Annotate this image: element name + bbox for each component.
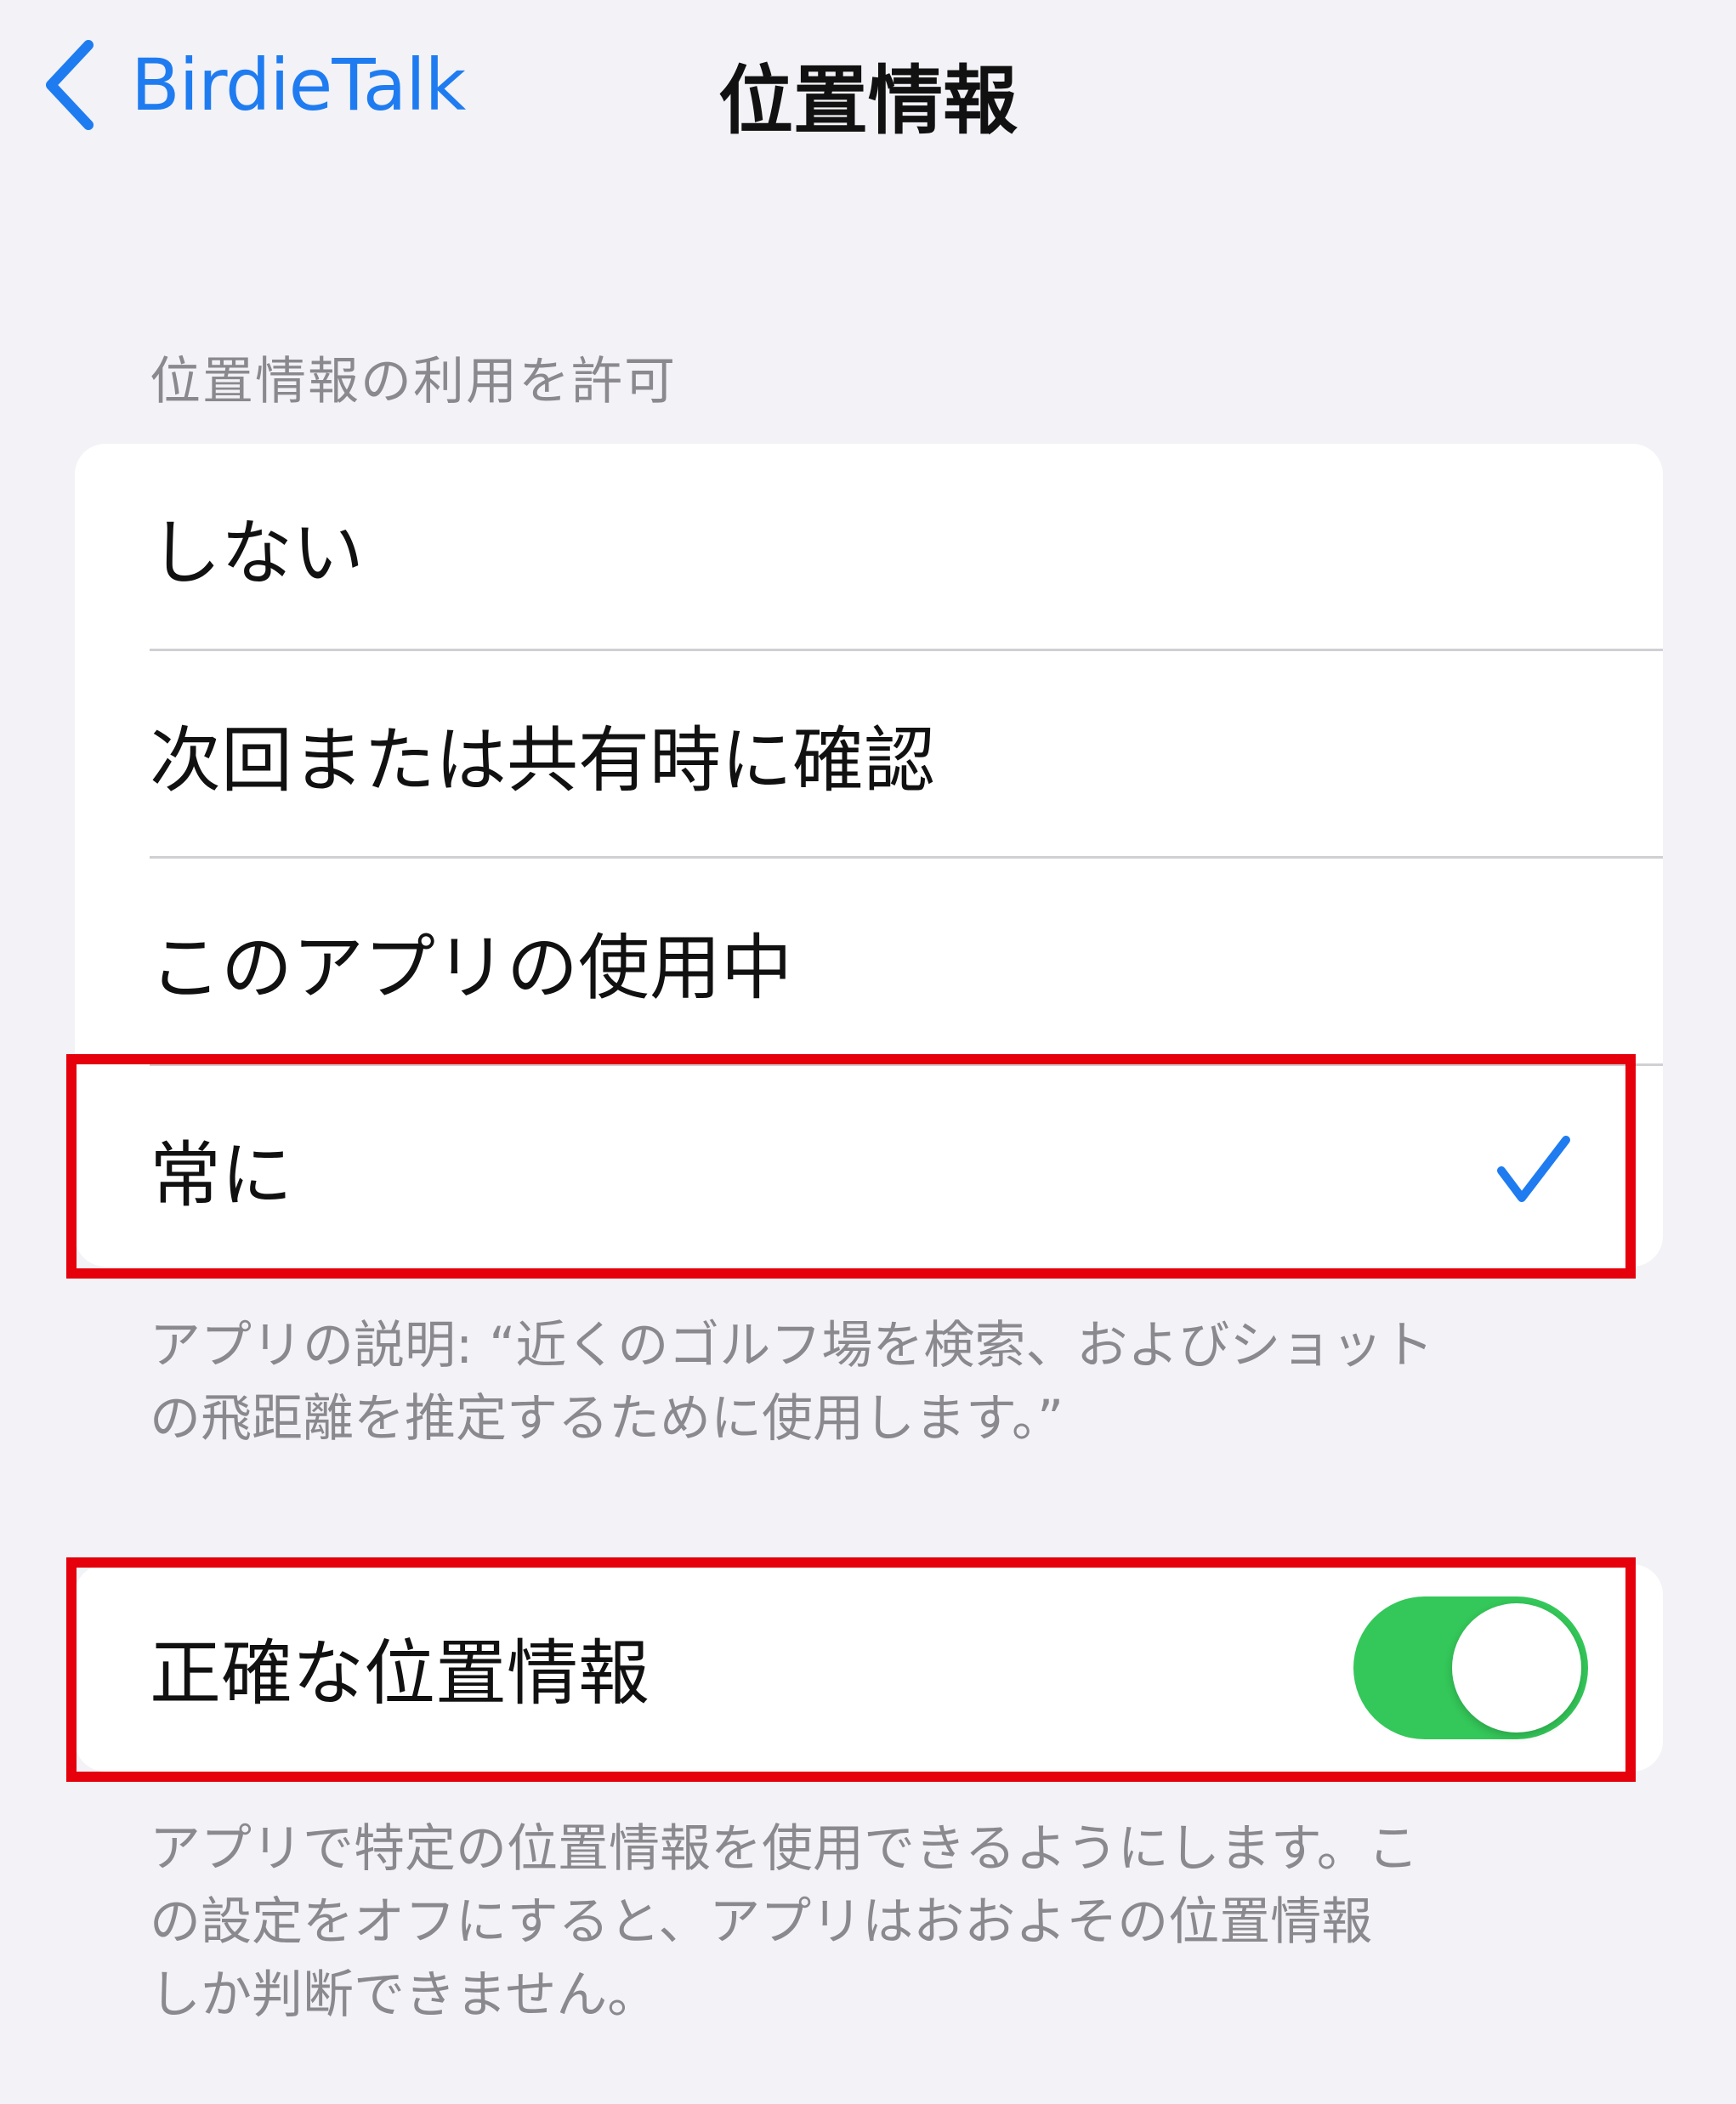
footer-line: アプリの説明: “近くのゴルフ場を検索、およびショット [150, 1316, 1434, 1375]
precise-location-footer: アプリで特定の位置情報を使用できるようにします。こ の設定をオフにすると、アプリ… [150, 1812, 1595, 2032]
footer-line: しか判断できません。 [150, 1965, 659, 2025]
footer-line: の飛距離を推定するために使用します。” [150, 1389, 1064, 1449]
footer-line: アプリで特定の位置情報を使用できるようにします。こ [150, 1819, 1419, 1879]
option-label: 常に [150, 1133, 293, 1217]
page-title: 位置情報 [718, 57, 1018, 145]
option-label: しない [150, 511, 365, 595]
option-label: このアプリの使用中 [150, 926, 793, 1010]
checkmark-icon [1497, 1136, 1570, 1202]
option-row-always[interactable]: 常に [75, 1066, 1663, 1267]
option-row-never[interactable]: しない [75, 444, 1663, 651]
permission-footer: アプリの説明: “近くのゴルフ場を検索、およびショット の飛距離を推定するために… [150, 1309, 1595, 1455]
option-row-while-using[interactable]: このアプリの使用中 [75, 859, 1663, 1066]
navigation-bar: BirdieTalk 位置情報 [0, 0, 1736, 187]
precise-location-toggle[interactable] [1353, 1596, 1588, 1739]
footer-line: の設定をオフにすると、アプリはおおよその位置情報 [150, 1892, 1373, 1952]
precise-location-row: 正確な位置情報 [75, 1564, 1663, 1772]
precise-location-label: 正確な位置情報 [150, 1631, 650, 1716]
section-header-allow-location: 位置情報の利用を許可 [150, 352, 677, 411]
option-label: 次回または共有時に確認 [150, 718, 936, 802]
precise-location-group: 正確な位置情報 [75, 1564, 1663, 1772]
option-row-ask-next-time[interactable]: 次回または共有時に確認 [75, 651, 1663, 859]
toggle-knob [1452, 1603, 1581, 1733]
permission-options-group: しない 次回または共有時に確認 このアプリの使用中 常に [75, 444, 1663, 1267]
